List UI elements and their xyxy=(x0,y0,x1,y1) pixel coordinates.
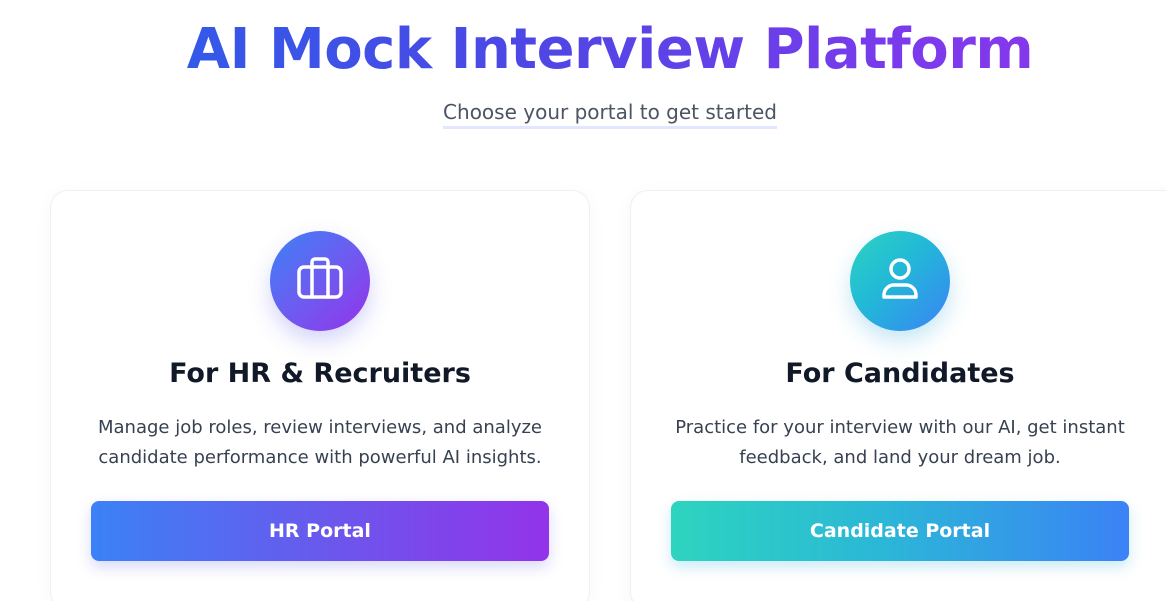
hr-card-heading: For HR & Recruiters xyxy=(169,358,471,389)
user-icon xyxy=(872,251,928,311)
hr-portal-button[interactable]: HR Portal xyxy=(91,501,549,561)
candidate-card-description: Practice for your interview with our AI,… xyxy=(675,417,1125,468)
portal-selection-page: AI Mock Interview Platform Choose your p… xyxy=(0,0,1166,601)
page-title: AI Mock Interview Platform xyxy=(0,12,1166,88)
candidate-card-heading: For Candidates xyxy=(785,358,1015,389)
briefcase-icon xyxy=(292,251,348,311)
page-subtitle: Choose your portal to get started xyxy=(443,98,777,129)
candidate-icon-badge xyxy=(850,231,950,331)
candidate-portal-card: For Candidates Practice for your intervi… xyxy=(630,190,1166,601)
hr-icon-badge xyxy=(270,231,370,331)
hr-portal-card: For HR & Recruiters Manage job roles, re… xyxy=(50,190,590,601)
candidate-portal-button[interactable]: Candidate Portal xyxy=(671,501,1129,561)
subtitle-container: Choose your portal to get started xyxy=(0,98,1166,129)
hr-card-description: Manage job roles, review interviews, and… xyxy=(98,417,542,468)
